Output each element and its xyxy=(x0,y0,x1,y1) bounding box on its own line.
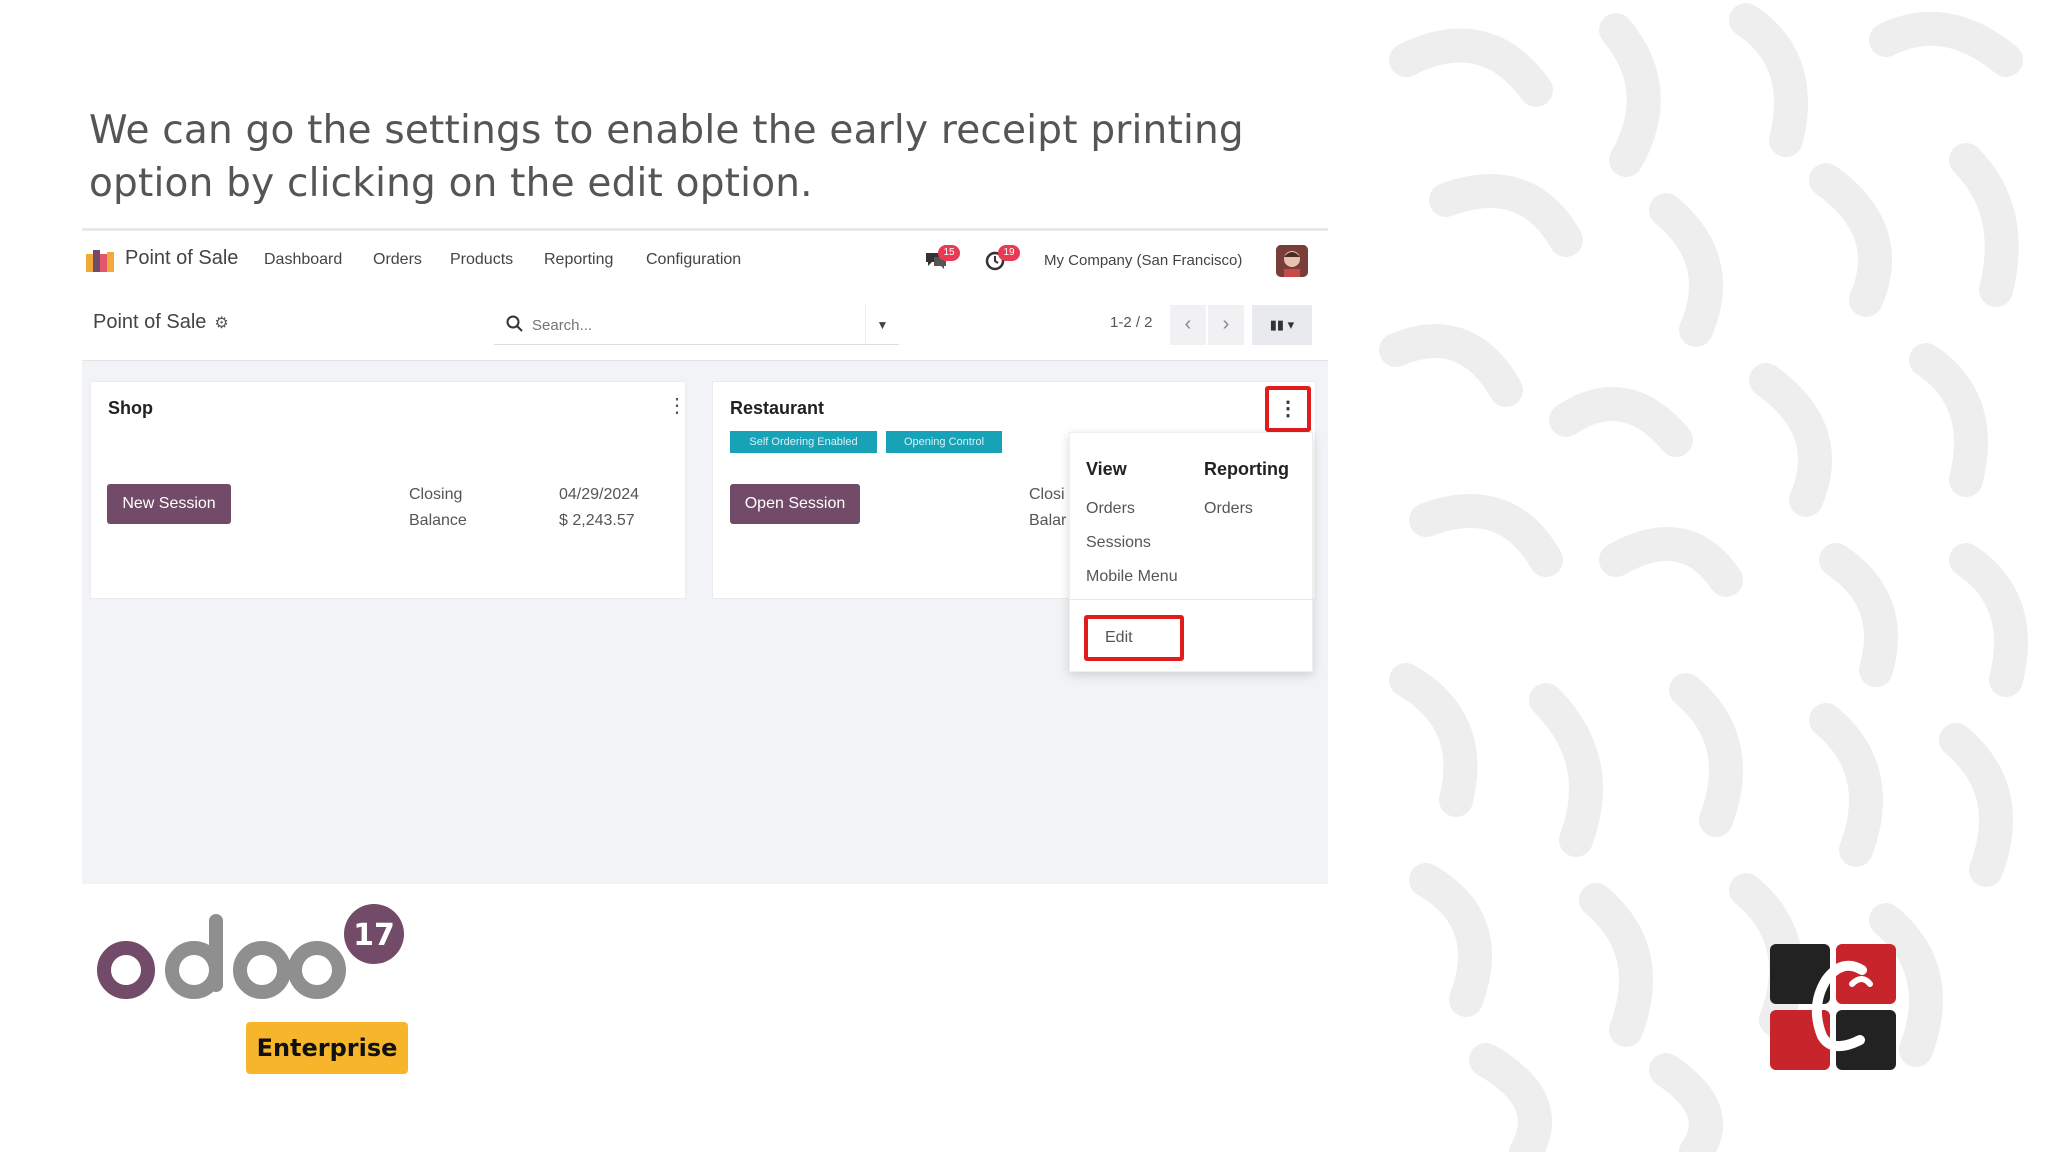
dropdown-view-mobile-menu[interactable]: Mobile Menu xyxy=(1086,568,1178,586)
breadcrumb-title: Point of Sale xyxy=(93,311,207,333)
breadcrumb: Point of Sale ⚙ xyxy=(93,311,229,334)
kebab-icon: ⋮ xyxy=(1278,398,1298,420)
pos-app-icon[interactable] xyxy=(86,250,114,272)
tag-self-ordering: Self Ordering Enabled xyxy=(730,431,877,453)
menu-products[interactable]: Products xyxy=(450,251,513,269)
pager-previous-icon[interactable]: ‹ xyxy=(1170,305,1206,345)
activities-badge: 19 xyxy=(998,245,1020,261)
gear-icon[interactable]: ⚙ xyxy=(214,313,228,333)
menu-configuration[interactable]: Configuration xyxy=(646,251,741,269)
pos-card-shop: Shop ⋮ New Session Closing Balance 04/29… xyxy=(90,381,687,599)
new-session-button[interactable]: New Session xyxy=(107,484,231,524)
slide-heading: We can go the settings to enable the ear… xyxy=(89,108,1244,206)
card-title: Restaurant xyxy=(730,398,825,418)
search-icon xyxy=(506,315,523,332)
card-menu-icon[interactable]: ⋮ xyxy=(667,396,687,416)
dropdown-reporting-orders[interactable]: Orders xyxy=(1204,500,1253,518)
open-session-button[interactable]: Open Session xyxy=(730,484,860,524)
dropdown-reporting-header: Reporting xyxy=(1204,459,1289,479)
dropdown-view-sessions[interactable]: Sessions xyxy=(1086,534,1151,552)
company-logo xyxy=(1770,944,1896,1070)
slide: We can go the settings to enable the ear… xyxy=(0,0,2048,1152)
search-bar: ▼ xyxy=(494,305,899,345)
company-switcher[interactable]: My Company (San Francisco) xyxy=(1044,252,1242,269)
edit-label: Edit xyxy=(1105,629,1133,646)
messages-button[interactable]: 15 xyxy=(924,245,960,273)
card-dropdown-menu: View Reporting Orders Sessions Mobile Me… xyxy=(1069,432,1314,672)
closing-label-partial: Closi xyxy=(1029,486,1065,503)
odoo-app-screenshot: Point of Sale Dashboard Orders Products … xyxy=(82,228,1328,884)
balance-label-partial: Balar xyxy=(1029,512,1067,529)
user-avatar[interactable] xyxy=(1276,245,1308,277)
messages-badge: 15 xyxy=(938,245,960,261)
menu-dashboard[interactable]: Dashboard xyxy=(264,251,342,269)
dropdown-divider xyxy=(1070,599,1314,600)
edit-button[interactable]: Edit xyxy=(1084,615,1184,661)
pager-next-icon[interactable]: › xyxy=(1208,305,1244,345)
balance-value: $ 2,243.57 xyxy=(559,512,635,529)
search-input[interactable] xyxy=(532,313,852,337)
kanban-view-icon[interactable]: ▮▮ ▾ xyxy=(1252,305,1312,345)
restaurant-card-menu-button[interactable]: ⋮ xyxy=(1265,386,1311,432)
closing-label: Closing xyxy=(409,486,463,503)
activities-button[interactable]: 19 xyxy=(984,245,1020,273)
tag-opening-control: Opening Control xyxy=(886,431,1002,453)
dropdown-view-header: View xyxy=(1086,459,1127,479)
pager-value[interactable]: 1-2 / 2 xyxy=(1110,314,1153,331)
card-title: Shop xyxy=(108,398,153,418)
version-number: 17 xyxy=(353,918,395,953)
menu-reporting[interactable]: Reporting xyxy=(544,251,613,269)
closing-date: 04/29/2024 xyxy=(559,486,640,503)
avatar-icon xyxy=(1276,245,1308,277)
enterprise-badge: Enterprise xyxy=(246,1022,408,1074)
control-panel: Point of Sale ⚙ ▼ 1-2 / 2 ‹ › ▮▮ ▾ xyxy=(82,291,1328,361)
top-navbar: Point of Sale Dashboard Orders Products … xyxy=(82,231,1328,291)
menu-orders[interactable]: Orders xyxy=(373,251,422,269)
dropdown-view-orders[interactable]: Orders xyxy=(1086,500,1135,518)
balance-label: Balance xyxy=(409,512,467,529)
app-name[interactable]: Point of Sale xyxy=(125,247,238,270)
search-options-toggle[interactable]: ▼ xyxy=(865,305,899,345)
decorative-pattern xyxy=(1379,3,2028,1152)
